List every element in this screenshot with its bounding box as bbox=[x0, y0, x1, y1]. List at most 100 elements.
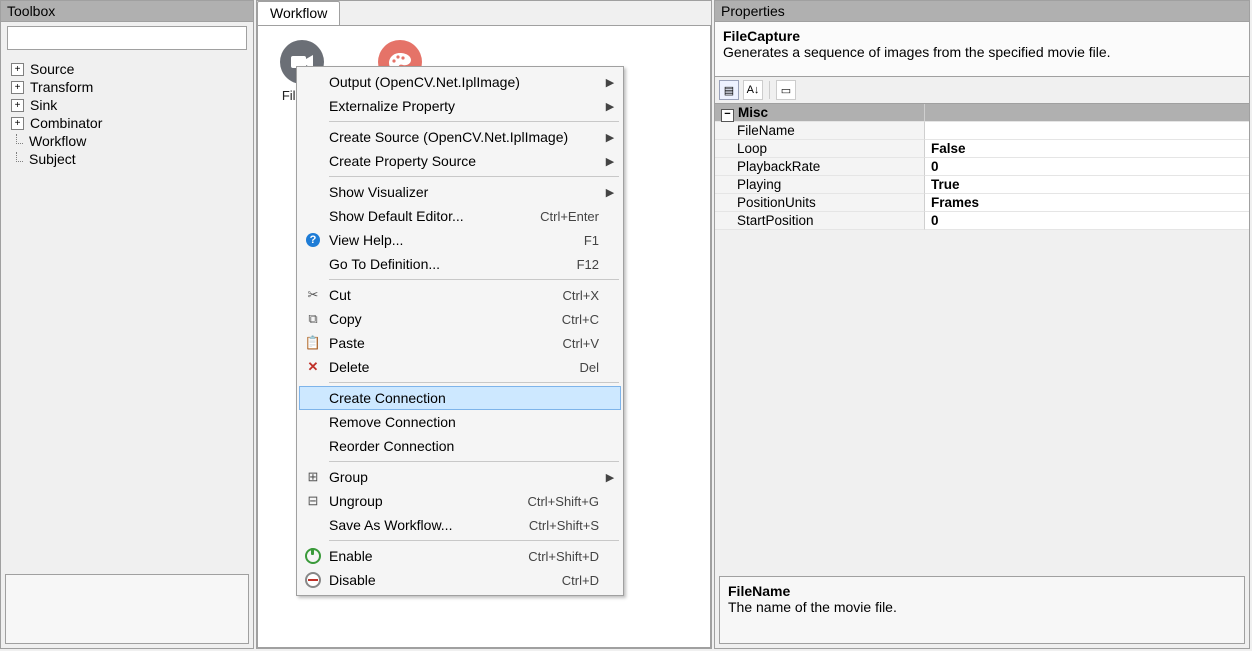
menu-item-shortcut: Ctrl+Shift+S bbox=[529, 518, 603, 533]
menu-item-ungroup[interactable]: ⊟UngroupCtrl+Shift+G bbox=[299, 489, 621, 513]
menu-item-disable[interactable]: DisableCtrl+D bbox=[299, 568, 621, 592]
property-category-row[interactable]: −Misc bbox=[715, 104, 1249, 122]
menu-item-go-to-definition[interactable]: Go To Definition...F12 bbox=[299, 252, 621, 276]
menu-item-label: Group bbox=[325, 469, 603, 485]
menu-item-paste[interactable]: 📋PasteCtrl+V bbox=[299, 331, 621, 355]
menu-item-group[interactable]: ⊞Group▶ bbox=[299, 465, 621, 489]
categorized-icon[interactable]: ▤ bbox=[719, 80, 739, 100]
expand-icon[interactable]: + bbox=[11, 63, 24, 76]
toolbox-item-subject[interactable]: Subject bbox=[7, 150, 247, 168]
menu-item-reorder-connection[interactable]: Reorder Connection bbox=[299, 434, 621, 458]
menu-item-shortcut: Ctrl+X bbox=[563, 288, 603, 303]
submenu-arrow-icon: ▶ bbox=[603, 131, 617, 144]
property-value[interactable]: 0 bbox=[925, 158, 1249, 176]
property-value[interactable]: 0 bbox=[925, 212, 1249, 230]
menu-item-shortcut: Ctrl+C bbox=[562, 312, 603, 327]
submenu-arrow-icon: ▶ bbox=[603, 471, 617, 484]
toolbox-item-workflow[interactable]: Workflow bbox=[7, 132, 247, 150]
menu-item-label: Create Property Source bbox=[325, 153, 603, 169]
property-value[interactable] bbox=[925, 122, 1249, 140]
property-row-loop[interactable]: LoopFalse bbox=[715, 140, 1249, 158]
delete-icon: ✕ bbox=[308, 359, 319, 375]
submenu-arrow-icon: ▶ bbox=[603, 100, 617, 113]
menu-separator bbox=[329, 279, 619, 280]
toolbox-item-transform[interactable]: + Transform bbox=[7, 78, 247, 96]
properties-title: Properties bbox=[715, 1, 1249, 22]
menu-item-label: Go To Definition... bbox=[325, 256, 577, 272]
toolbox-tree: +Source+Transform+Sink+CombinatorWorkflo… bbox=[1, 56, 253, 172]
menu-item-label: Copy bbox=[325, 311, 562, 327]
toolbox-item-source[interactable]: +Source bbox=[7, 60, 247, 78]
menu-item-delete[interactable]: ✕DeleteDel bbox=[299, 355, 621, 379]
menu-item-shortcut: Ctrl+Enter bbox=[540, 209, 603, 224]
menu-item-create-connection[interactable]: Create Connection bbox=[299, 386, 621, 410]
toolbox-item-combinator[interactable]: + Combinator bbox=[7, 114, 247, 132]
submenu-arrow-icon: ▶ bbox=[603, 186, 617, 199]
toolbar-separator bbox=[769, 81, 770, 99]
property-name: Loop bbox=[715, 140, 925, 158]
ungroup-icon: ⊟ bbox=[308, 493, 319, 509]
toolbox-item-sink[interactable]: + Sink bbox=[7, 96, 247, 114]
menu-item-label: Output (OpenCV.Net.IplImage) bbox=[325, 74, 603, 90]
menu-item-show-default-editor[interactable]: Show Default Editor...Ctrl+Enter bbox=[299, 204, 621, 228]
menu-item-label: Create Source (OpenCV.Net.IplImage) bbox=[325, 129, 603, 145]
menu-item-view-help[interactable]: ?View Help...F1 bbox=[299, 228, 621, 252]
toolbox-item-label: Subject bbox=[29, 150, 76, 168]
menu-item-create-property-source[interactable]: Create Property Source▶ bbox=[299, 149, 621, 173]
paste-icon: 📋 bbox=[305, 335, 321, 351]
menu-item-show-visualizer[interactable]: Show Visualizer▶ bbox=[299, 180, 621, 204]
context-menu: Output (OpenCV.Net.IplImage)▶Externalize… bbox=[296, 66, 624, 596]
menu-item-label: Ungroup bbox=[325, 493, 527, 509]
menu-item-shortcut: Ctrl+D bbox=[562, 573, 603, 588]
property-name: PositionUnits bbox=[715, 194, 925, 212]
properties-grid: −Misc FileNameLoopFalsePlaybackRate0Play… bbox=[715, 103, 1249, 230]
expand-icon[interactable]: + bbox=[11, 117, 24, 130]
menu-separator bbox=[329, 121, 619, 122]
expand-icon[interactable]: + bbox=[11, 81, 24, 94]
property-value[interactable]: False bbox=[925, 140, 1249, 158]
menu-item-label: Paste bbox=[325, 335, 563, 351]
menu-item-label: Create Connection bbox=[325, 390, 603, 406]
menu-separator bbox=[329, 382, 619, 383]
property-value[interactable]: True bbox=[925, 176, 1249, 194]
properties-help-text: The name of the movie file. bbox=[728, 599, 1236, 615]
menu-item-label: Reorder Connection bbox=[325, 438, 603, 454]
property-pages-icon[interactable]: ▭ bbox=[776, 80, 796, 100]
tab-workflow[interactable]: Workflow bbox=[257, 1, 340, 26]
property-row-playbackrate[interactable]: PlaybackRate0 bbox=[715, 158, 1249, 176]
menu-item-label: Remove Connection bbox=[325, 414, 603, 430]
property-name: PlaybackRate bbox=[715, 158, 925, 176]
menu-item-externalize-property[interactable]: Externalize Property▶ bbox=[299, 94, 621, 118]
toolbox-item-label: Transform bbox=[30, 78, 93, 96]
property-row-playing[interactable]: PlayingTrue bbox=[715, 176, 1249, 194]
properties-component-name: FileCapture bbox=[723, 28, 1241, 44]
menu-item-remove-connection[interactable]: Remove Connection bbox=[299, 410, 621, 434]
menu-item-label: Save As Workflow... bbox=[325, 517, 529, 533]
toolbox-title: Toolbox bbox=[1, 1, 253, 22]
menu-item-save-as-workflow[interactable]: Save As Workflow...Ctrl+Shift+S bbox=[299, 513, 621, 537]
toolbox-search-input[interactable] bbox=[7, 26, 247, 50]
property-row-filename[interactable]: FileName bbox=[715, 122, 1249, 140]
menu-item-label: Show Default Editor... bbox=[325, 208, 540, 224]
property-name: StartPosition bbox=[715, 212, 925, 230]
toolbox-item-label: Sink bbox=[30, 96, 57, 114]
expand-icon[interactable]: + bbox=[11, 99, 24, 112]
menu-item-label: Show Visualizer bbox=[325, 184, 603, 200]
property-row-positionunits[interactable]: PositionUnitsFrames bbox=[715, 194, 1249, 212]
menu-item-create-source-opencv-net-iplimage[interactable]: Create Source (OpenCV.Net.IplImage)▶ bbox=[299, 125, 621, 149]
menu-item-cut[interactable]: ✂CutCtrl+X bbox=[299, 283, 621, 307]
toolbox-panel: Toolbox +Source+Transform+Sink+Combinato… bbox=[0, 0, 254, 649]
alphabetical-icon[interactable]: A↓ bbox=[743, 80, 763, 100]
property-row-startposition[interactable]: StartPosition0 bbox=[715, 212, 1249, 230]
toolbox-item-label: Combinator bbox=[30, 114, 102, 132]
properties-description-box: FileCapture Generates a sequence of imag… bbox=[715, 22, 1249, 77]
property-value[interactable]: Frames bbox=[925, 194, 1249, 212]
menu-item-enable[interactable]: EnableCtrl+Shift+D bbox=[299, 544, 621, 568]
menu-separator bbox=[329, 540, 619, 541]
menu-item-copy[interactable]: ⧉CopyCtrl+C bbox=[299, 307, 621, 331]
menu-item-output-opencv-net-iplimage[interactable]: Output (OpenCV.Net.IplImage)▶ bbox=[299, 70, 621, 94]
menu-item-shortcut: Ctrl+Shift+D bbox=[528, 549, 603, 564]
menu-item-shortcut: F12 bbox=[577, 257, 603, 272]
toolbox-help-box bbox=[5, 574, 249, 644]
toolbox-item-label: Workflow bbox=[29, 132, 86, 150]
